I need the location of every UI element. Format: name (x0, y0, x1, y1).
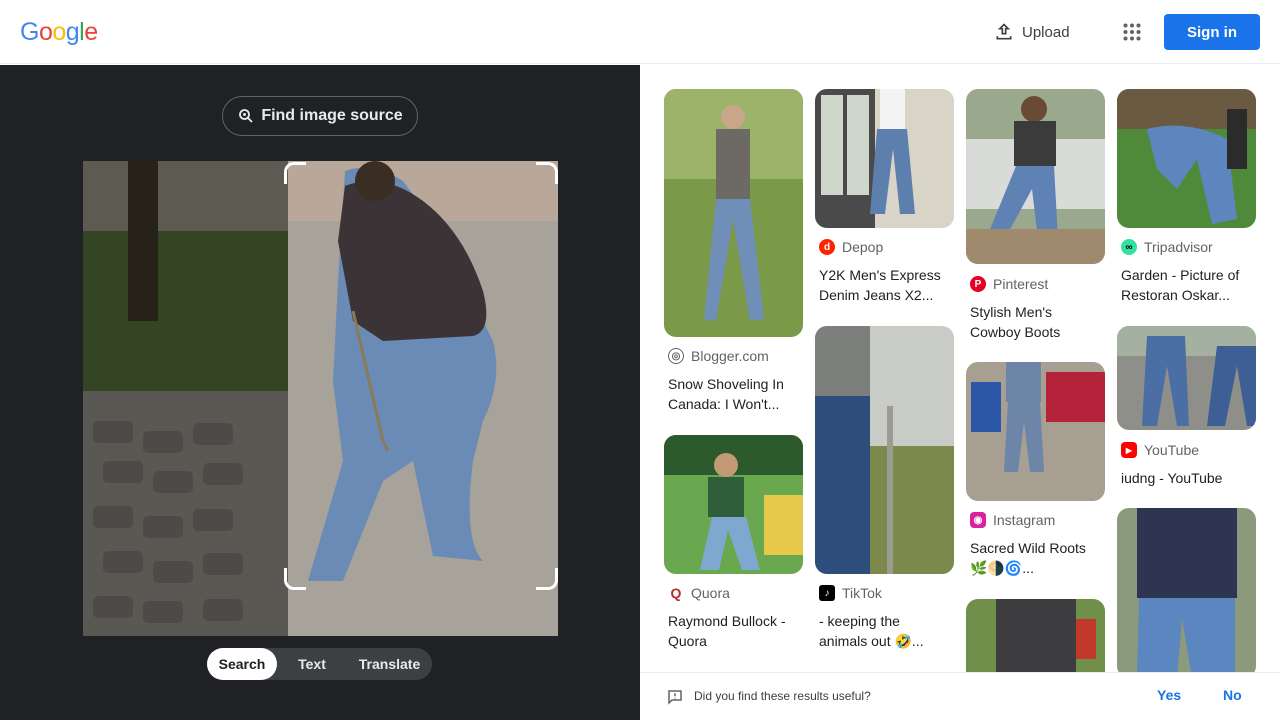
result-title[interactable]: Y2K Men's Express Denim Jeans X2... (819, 265, 951, 305)
crop-handle-bottom-right[interactable] (536, 568, 558, 590)
result-thumbnail[interactable] (815, 326, 954, 574)
logo-letter: o (52, 18, 66, 46)
feedback-bar: Did you find these results useful? Yes N… (640, 672, 1280, 720)
tripadvisor-icon: ∞ (1121, 239, 1137, 255)
logo-letter: e (84, 18, 98, 46)
result-thumbnail[interactable] (966, 89, 1105, 264)
result-title[interactable]: - keeping the animals out 🤣... (819, 611, 951, 651)
sign-in-button[interactable]: Sign in (1164, 14, 1260, 50)
google-logo[interactable]: Google (20, 18, 98, 47)
result-source-name: Pinterest (993, 276, 1049, 292)
apps-grid-icon (1123, 23, 1141, 41)
result-title[interactable]: Raymond Bullock - Quora (668, 611, 800, 651)
feedback-icon (668, 690, 682, 705)
crop-handle-top-left[interactable] (284, 162, 306, 184)
result-title[interactable]: Stylish Men's Cowboy Boots (970, 302, 1102, 342)
result-thumbnail[interactable] (966, 362, 1105, 501)
result-source: ▶ YouTube (1121, 442, 1199, 458)
result-thumbnail[interactable] (1117, 89, 1256, 228)
crop-selection[interactable] (284, 162, 558, 590)
result-title[interactable]: Sacred Wild Roots 🌿🌗🌀... (970, 538, 1102, 578)
feedback-yes-button[interactable]: Yes (1157, 687, 1181, 703)
lens-search-icon (239, 109, 253, 123)
logo-letter: G (20, 18, 39, 46)
pinterest-icon: P (970, 276, 986, 292)
tab-text[interactable]: Text (277, 648, 347, 680)
quora-icon: Q (668, 585, 684, 601)
result-thumbnail[interactable] (815, 89, 954, 228)
crop-handle-top-right[interactable] (536, 162, 558, 184)
result-thumbnail[interactable] (1117, 508, 1256, 678)
youtube-icon: ▶ (1121, 442, 1137, 458)
find-image-source-button[interactable]: Find image source (222, 96, 418, 136)
logo-letter: o (38, 18, 53, 46)
result-source: d Depop (819, 239, 883, 255)
result-source-name: YouTube (1144, 442, 1200, 458)
result-source-name: TikTok (842, 585, 882, 601)
upload-label: Upload (1022, 23, 1070, 41)
image-panel: Find image source Search Text Translate (0, 65, 640, 720)
logo-letter: g (65, 18, 80, 46)
result-source-name: Quora (691, 585, 730, 601)
feedback-no-button[interactable]: No (1223, 687, 1242, 703)
tab-search[interactable]: Search (207, 648, 277, 680)
result-source: ◉ Instagram (970, 512, 1055, 528)
blogger-globe-icon: ◎ (668, 348, 684, 364)
apps-grid-button[interactable] (1116, 16, 1148, 48)
result-source-name: Instagram (993, 512, 1056, 528)
result-source: ∞ Tripadvisor (1121, 239, 1213, 255)
result-thumbnail[interactable] (664, 435, 803, 574)
result-title[interactable]: Garden - Picture of Restoran Oskar... (1121, 265, 1253, 305)
upload-button[interactable]: Upload (984, 14, 1080, 50)
result-source-name: Tripadvisor (1144, 239, 1213, 255)
result-source: Q Quora (668, 585, 730, 601)
tab-translate[interactable]: Translate (347, 648, 432, 680)
results-panel: ◎ Blogger.com Snow Shoveling In Canada: … (640, 65, 1280, 720)
result-thumbnail[interactable] (1117, 326, 1256, 430)
result-source-name: Blogger.com (691, 348, 769, 364)
upload-icon (996, 23, 1012, 40)
find-image-source-label: Find image source (261, 107, 403, 124)
result-title[interactable]: Snow Shoveling In Canada: I Won't... (668, 374, 800, 414)
tiktok-icon: ♪ (819, 585, 835, 601)
result-title[interactable]: iudng - YouTube (1121, 468, 1253, 488)
result-source-name: Depop (842, 239, 884, 255)
result-source: ♪ TikTok (819, 585, 882, 601)
feedback-question: Did you find these results useful? (694, 689, 871, 703)
result-source: ◎ Blogger.com (668, 348, 769, 364)
depop-icon: d (819, 239, 835, 255)
crop-handle-bottom-left[interactable] (284, 568, 306, 590)
mode-switch: Search Text Translate (207, 648, 432, 680)
result-source: P Pinterest (970, 276, 1048, 292)
result-thumbnail[interactable] (664, 89, 803, 337)
top-header: Google Upload Sign in (0, 0, 1280, 64)
instagram-icon: ◉ (970, 512, 986, 528)
